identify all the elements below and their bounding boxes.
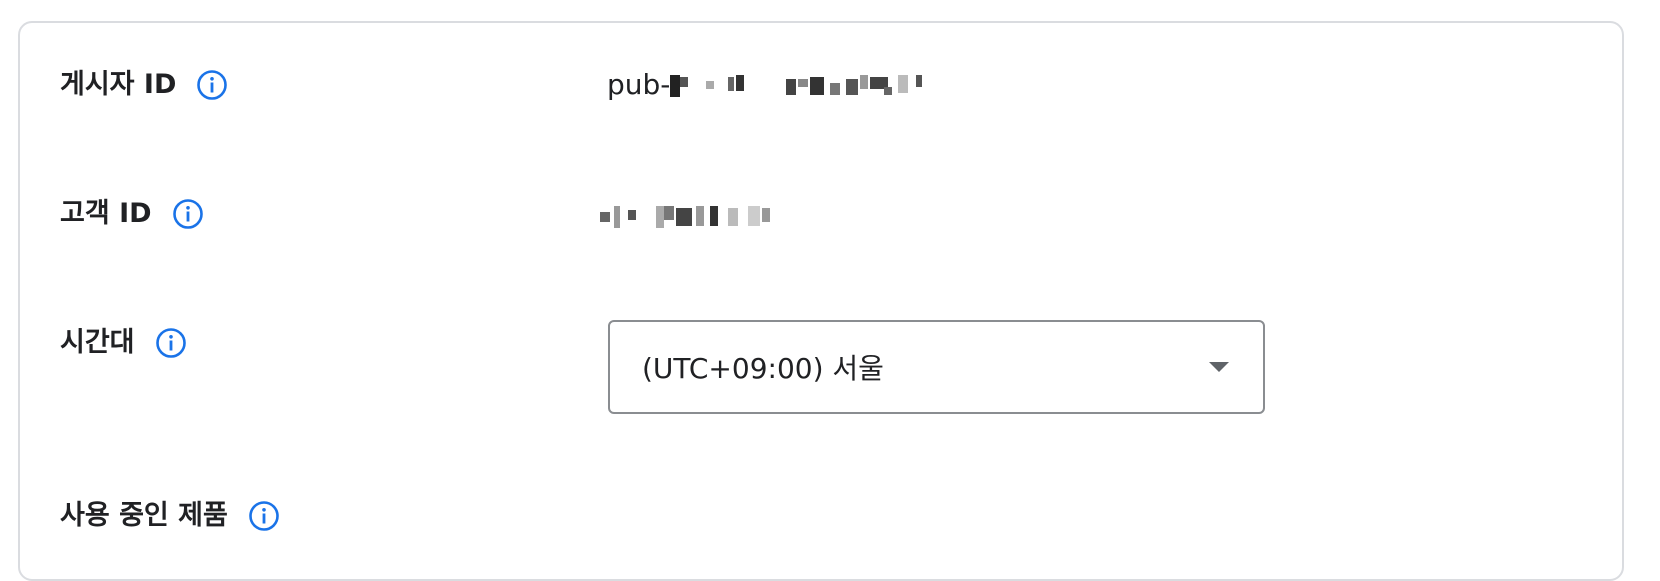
- publisher-id-value: pub-: [607, 68, 960, 102]
- customer-id-value: [600, 197, 780, 231]
- timezone-selected-value: (UTC+09:00) 서울: [642, 352, 884, 385]
- publisher-id-prefix: pub-: [607, 68, 671, 101]
- account-info-card: [18, 21, 1624, 581]
- publisher-id-label: 게시자 ID: [60, 69, 177, 100]
- redacted-publisher-id: [670, 75, 960, 97]
- timezone-row-label: 시간대: [60, 326, 187, 360]
- redacted-customer-id: [600, 204, 780, 228]
- info-icon[interactable]: [172, 198, 204, 230]
- arrow-drop-down-icon: [1209, 362, 1229, 372]
- products-label: 사용 중인 제품: [60, 500, 228, 531]
- info-icon[interactable]: [155, 327, 187, 359]
- customer-id-label: 고객 ID: [60, 198, 152, 229]
- products-row-label: 사용 중인 제품: [60, 499, 280, 533]
- timezone-label: 시간대: [60, 327, 135, 358]
- customer-id-row-label: 고객 ID: [60, 197, 204, 231]
- publisher-id-row-label: 게시자 ID: [60, 68, 228, 102]
- info-icon[interactable]: [248, 500, 280, 532]
- info-icon[interactable]: [196, 69, 228, 101]
- timezone-select[interactable]: (UTC+09:00) 서울: [608, 320, 1265, 414]
